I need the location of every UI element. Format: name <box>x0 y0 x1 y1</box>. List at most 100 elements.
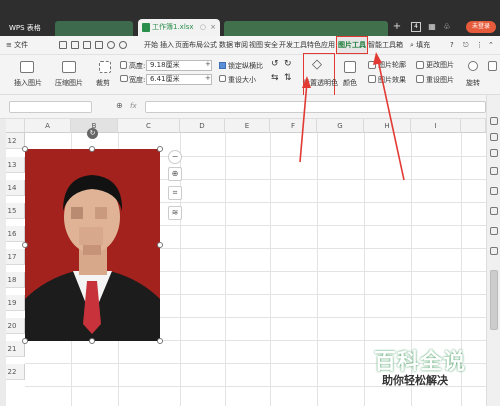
resize-handle-ne[interactable] <box>157 146 163 152</box>
column-header[interactable]: D <box>180 119 225 133</box>
collapse-tools-icon[interactable]: − <box>168 150 182 164</box>
menu-view[interactable]: 视图 <box>249 36 263 55</box>
search-label: 填充 <box>416 41 431 49</box>
backup-icon[interactable] <box>490 207 498 215</box>
column-header[interactable]: A <box>25 119 71 133</box>
menu-data[interactable]: 数据 <box>219 36 233 55</box>
window-count-badge[interactable]: 4 <box>411 22 421 32</box>
menu-security[interactable]: 安全 <box>264 36 278 55</box>
resize-handle-s[interactable] <box>89 338 95 344</box>
search-icon: ⌕ <box>410 41 414 49</box>
menu-review[interactable]: 审阅 <box>234 36 248 55</box>
zoom-icon[interactable]: ⊕ <box>116 101 123 110</box>
grid-icon[interactable]: ▦ <box>426 19 438 35</box>
resize-handle-sw[interactable] <box>22 338 28 344</box>
reset-picture-button[interactable]: 重设图片 <box>426 75 454 85</box>
id-photo[interactable] <box>25 149 160 341</box>
preview-icon[interactable] <box>83 41 91 49</box>
file-menu[interactable]: ≡ 文件 <box>6 36 28 55</box>
spreadsheet-icon <box>142 23 150 32</box>
name-box[interactable] <box>9 101 92 113</box>
width-icon <box>120 75 128 82</box>
sheet-icon[interactable] <box>490 227 498 235</box>
file-tab-label: 工作簿1.xlsx <box>152 23 194 31</box>
reset-size-button[interactable]: 重设大小 <box>228 75 256 85</box>
lock-ratio-checkbox[interactable] <box>219 62 226 69</box>
height-decrease[interactable]: − <box>136 60 142 68</box>
cursor-icon[interactable] <box>490 117 498 125</box>
right-sidebar <box>486 95 500 406</box>
zoom-picture-icon[interactable]: ⊕ <box>168 167 182 181</box>
height-icon <box>120 61 127 69</box>
undo-icon[interactable] <box>107 41 115 49</box>
gridline <box>225 133 226 406</box>
resize-handle-e[interactable] <box>157 242 163 248</box>
width-value: 6.41厘米 <box>150 75 180 83</box>
redo-icon[interactable] <box>119 41 127 49</box>
save-icon[interactable] <box>59 41 67 49</box>
left-edge-strip <box>0 119 6 406</box>
hidden-tab[interactable] <box>224 21 388 36</box>
title-tab-bar: WPS 表格 工作簿1.xlsx ○ × + 4 ▦ ♧ 未登录 <box>0 0 500 36</box>
width-input[interactable]: 6.41厘米 <box>146 74 212 85</box>
crop-button[interactable]: 裁剪 <box>91 78 115 88</box>
menu-formula[interactable]: 公式 <box>203 36 217 55</box>
print-icon[interactable] <box>71 41 79 49</box>
image-icon[interactable] <box>490 187 498 195</box>
height-increase[interactable]: + <box>205 60 211 68</box>
fx-label[interactable]: fx <box>130 102 137 110</box>
more-icon[interactable]: ⋮ <box>476 36 483 55</box>
insert-picture-icon <box>20 61 34 73</box>
change-picture-button[interactable]: 更改图片 <box>426 60 454 70</box>
flip-icon[interactable]: ⇆ <box>271 73 279 83</box>
reset-size-icon <box>219 75 226 82</box>
share-side-icon[interactable] <box>490 247 498 255</box>
layout-options-icon[interactable]: ≋ <box>168 206 182 220</box>
insert-picture-button[interactable]: 插入图片 <box>10 78 46 88</box>
app-tab[interactable]: WPS 表格 <box>5 20 51 36</box>
help-button[interactable]: ? <box>450 36 454 55</box>
crop-tool-icon[interactable]: ⌗ <box>168 186 182 200</box>
hidden-tab[interactable] <box>55 21 133 36</box>
rotate-icon <box>468 61 478 71</box>
add-tab-button[interactable]: + <box>391 19 403 35</box>
rotate-left-icon[interactable]: ↺ <box>271 59 279 69</box>
gridline <box>270 133 271 406</box>
resize-handle-nw[interactable] <box>22 146 28 152</box>
compress-picture-icon <box>62 61 76 73</box>
compress-picture-button[interactable]: 压缩图片 <box>52 78 86 88</box>
height-input[interactable]: 9.18厘米 <box>146 60 212 71</box>
lock-ratio-label: 锁定纵横比 <box>228 62 263 70</box>
portrait-illustration <box>25 149 160 341</box>
resize-handle-w[interactable] <box>22 242 28 248</box>
scrollbar-thumb[interactable] <box>490 270 498 330</box>
width-increase[interactable]: + <box>205 74 211 82</box>
close-tab-icon[interactable]: × <box>210 19 216 36</box>
collapse-icon[interactable]: ⌃ <box>488 36 494 55</box>
property-icon[interactable] <box>490 149 498 157</box>
height-value: 9.18厘米 <box>150 61 180 69</box>
skin-icon[interactable]: ♧ <box>441 19 453 35</box>
resize-handle-se[interactable] <box>157 338 163 344</box>
column-header[interactable]: C <box>118 119 180 133</box>
style-icon[interactable] <box>490 133 498 141</box>
unsaved-indicator: ○ <box>199 23 206 31</box>
filter-icon[interactable] <box>490 167 498 175</box>
resize-handle-n[interactable] <box>89 146 95 152</box>
column-header-blank <box>461 119 486 133</box>
align-icon[interactable] <box>488 61 497 71</box>
width-label: 宽度: <box>129 76 146 84</box>
ribbon: 插入图片 压缩图片 裁剪 高度: 9.18厘米 − + 宽度: 6.41厘米 +… <box>0 53 500 97</box>
menu-insert[interactable]: 插入 <box>160 36 174 55</box>
rotate-handle-icon[interactable]: ↻ <box>87 128 98 139</box>
menu-page-layout[interactable]: 页面布局 <box>175 36 203 55</box>
menu-start[interactable]: 开始 <box>144 36 158 55</box>
formula-bar: ⊕ fx <box>0 95 500 119</box>
share-icon[interactable]: ⎋ <box>463 36 469 55</box>
watermark-subtitle: 助你轻松解决 <box>382 374 448 387</box>
file-tab[interactable]: 工作簿1.xlsx ○ × <box>138 19 220 36</box>
login-button[interactable]: 未登录 <box>466 21 496 33</box>
rotate-button[interactable]: 旋转 <box>463 78 483 88</box>
export-icon[interactable] <box>95 41 103 49</box>
column-header[interactable]: E <box>225 119 270 133</box>
